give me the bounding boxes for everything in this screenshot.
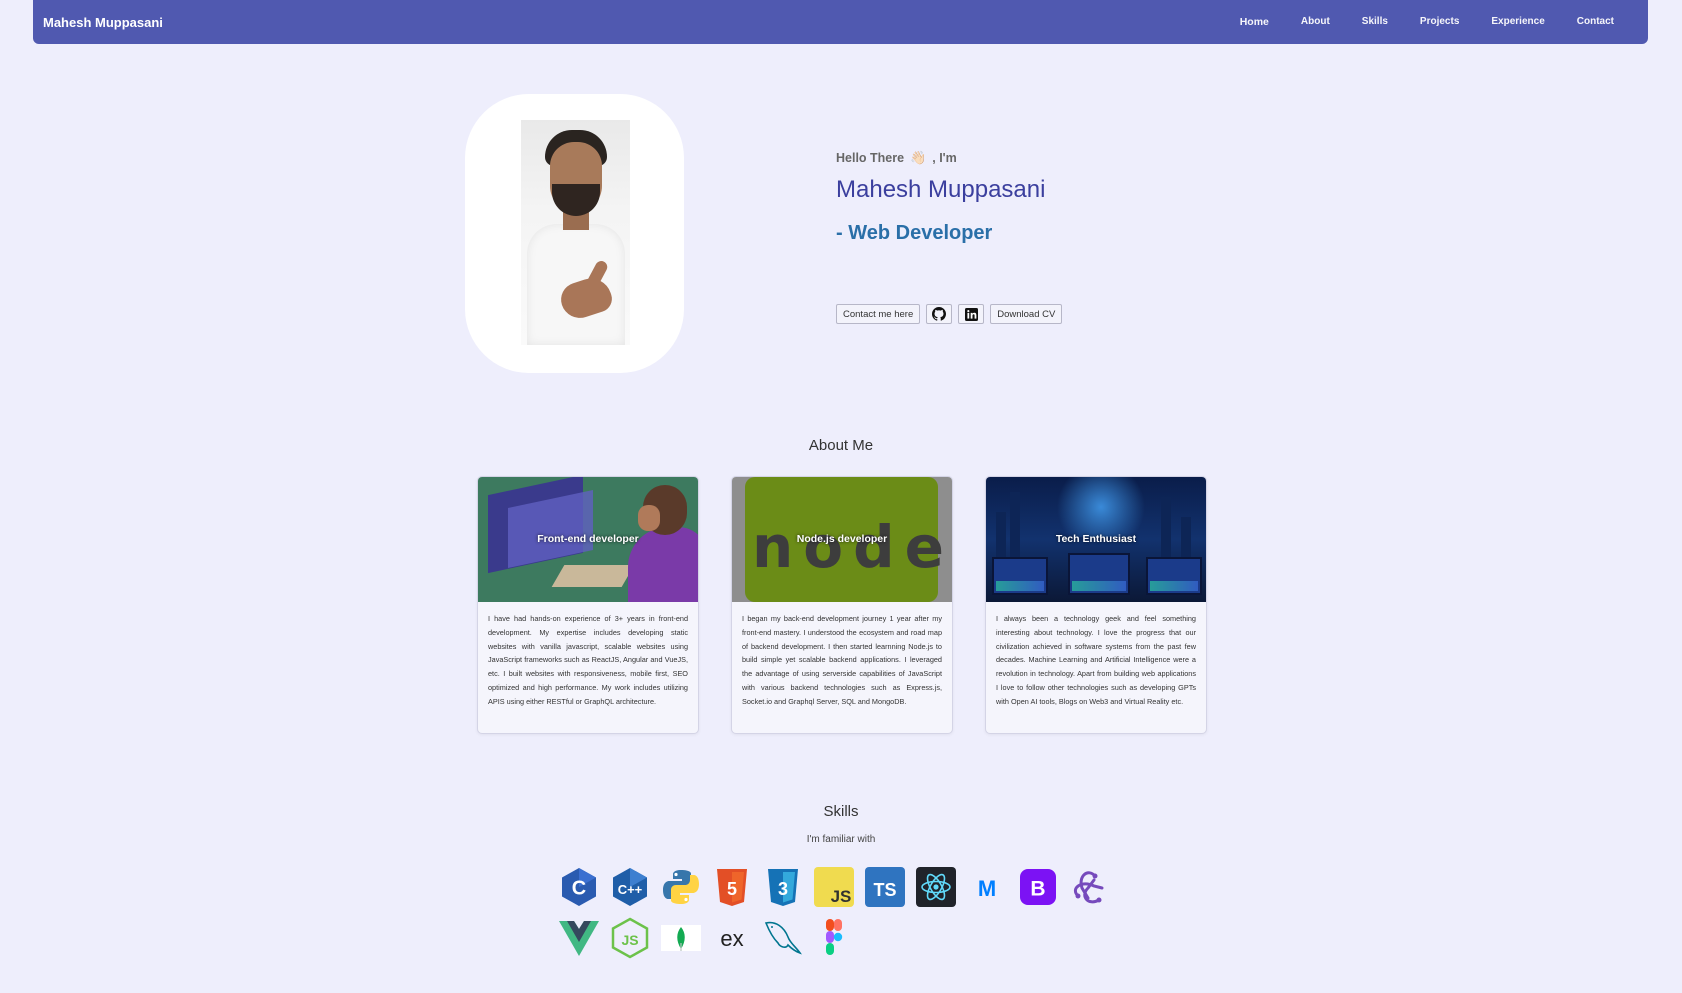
svg-text:TS: TS <box>873 880 896 900</box>
typescript-icon: TS <box>864 866 906 908</box>
javascript-icon: JS <box>813 866 855 908</box>
frontend-illustration: Front-end developer <box>478 477 698 602</box>
card-label: Tech Enthusiast <box>1055 533 1137 545</box>
nodejs-logo-icon: node <box>752 513 952 581</box>
nav-links: Home About Skills Projects Experience Co… <box>1240 16 1614 28</box>
nodejs-icon: JS <box>609 917 651 959</box>
hero-greeting: Hello There 👋🏻 , I'm <box>836 150 1045 166</box>
profile-photo <box>521 120 630 345</box>
material-ui-icon: M <box>966 866 1008 908</box>
mysql-icon <box>762 917 804 959</box>
greeting-text: Hello There <box>836 151 905 165</box>
hero-buttons: Contact me here Download CV <box>836 304 1063 324</box>
about-card-nodejs: node Node.js developer I began my back-e… <box>731 476 953 734</box>
python-icon <box>660 866 702 908</box>
github-button[interactable] <box>926 304 953 324</box>
about-card-tech: Tech Enthusiast I always been a technolo… <box>985 476 1207 734</box>
mongodb-icon <box>660 917 702 959</box>
greeting-suffix: , I'm <box>932 151 957 165</box>
nodejs-illustration: node Node.js developer <box>732 477 952 602</box>
tech-illustration: Tech Enthusiast <box>986 477 1206 602</box>
c-icon: C <box>558 866 600 908</box>
nav-link-about[interactable]: About <box>1301 16 1330 28</box>
html5-icon: 5 <box>711 866 753 908</box>
svg-text:JS: JS <box>831 887 852 906</box>
svg-text:ex: ex <box>720 926 743 951</box>
css3-icon: 3 <box>762 866 804 908</box>
card-label: Node.js developer <box>796 533 888 545</box>
vue-icon <box>558 917 600 959</box>
skills-section-title: Skills <box>823 803 859 820</box>
svg-text:M: M <box>978 876 996 901</box>
hero-intro: Hello There 👋🏻 , I'm Mahesh Muppasani - … <box>836 150 1045 245</box>
about-card-frontend: Front-end developer I have had hands-on … <box>477 476 699 734</box>
redux-icon <box>1068 866 1110 908</box>
linkedin-icon <box>964 307 978 321</box>
wave-icon: 👋🏻 <box>910 150 927 165</box>
nav-link-projects[interactable]: Projects <box>1420 16 1459 28</box>
github-icon <box>932 307 947 321</box>
card-label: Front-end developer <box>537 533 639 545</box>
contact-button[interactable]: Contact me here <box>836 304 921 324</box>
hero-role: - Web Developer <box>836 222 993 244</box>
bootstrap-icon: B <box>1017 866 1059 908</box>
svg-text:5: 5 <box>727 879 737 899</box>
profile-photo-frame <box>465 94 684 373</box>
nav-link-home[interactable]: Home <box>1240 16 1269 28</box>
figma-icon <box>813 917 855 959</box>
linkedin-button[interactable] <box>958 304 985 324</box>
react-icon <box>915 866 957 908</box>
svg-text:B: B <box>1030 878 1045 901</box>
navbar: Mahesh Muppasani Home About Skills Proje… <box>33 0 1648 44</box>
express-icon: ex <box>711 917 753 959</box>
hero-name: Mahesh Muppasani <box>836 176 1046 203</box>
brand-logo[interactable]: Mahesh Muppasani <box>43 15 163 30</box>
svg-text:C++: C++ <box>618 882 643 897</box>
cpp-icon: C++ <box>609 866 651 908</box>
card-text: I began my back-end development journey … <box>742 614 942 706</box>
nav-link-skills[interactable]: Skills <box>1362 16 1388 28</box>
skills-subtitle: I'm familiar with <box>806 834 876 845</box>
download-cv-button[interactable]: Download CV <box>990 304 1063 324</box>
about-section-title: About Me <box>808 437 874 454</box>
svg-text:C: C <box>572 878 586 900</box>
nav-link-experience[interactable]: Experience <box>1491 16 1544 28</box>
skills-row-2: JS ex <box>558 917 855 959</box>
skills-row-1: C C++ 5 3 JS TS M B <box>558 866 1110 908</box>
svg-text:3: 3 <box>778 879 788 899</box>
card-text: I always been a technology geek and feel… <box>996 614 1196 706</box>
nav-link-contact[interactable]: Contact <box>1577 16 1614 28</box>
card-text: I have had hands-on experience of 3+ yea… <box>488 614 688 706</box>
svg-text:JS: JS <box>621 932 638 948</box>
